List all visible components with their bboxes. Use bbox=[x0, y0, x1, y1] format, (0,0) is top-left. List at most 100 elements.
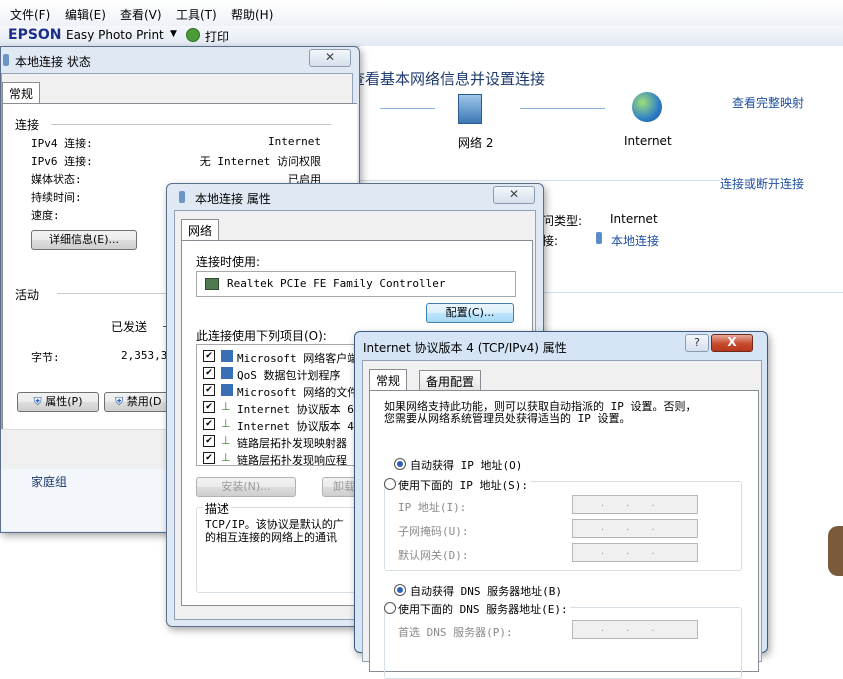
service-icon bbox=[221, 384, 233, 396]
ipv4-value: Internet bbox=[268, 135, 321, 148]
auto-ip-radio[interactable] bbox=[394, 458, 406, 470]
item-label: QoS 数据包计划程序 bbox=[237, 369, 341, 382]
view-full-map-link[interactable]: 查看完整映射 bbox=[732, 94, 804, 111]
install-button[interactable]: 安装(N)... bbox=[196, 477, 296, 497]
divider bbox=[51, 124, 331, 125]
manual-ip-radio[interactable] bbox=[384, 478, 396, 490]
default-gateway-field[interactable]: ... bbox=[572, 543, 698, 562]
close-button[interactable]: ✕ bbox=[493, 186, 535, 204]
item-checkbox[interactable]: ✔ bbox=[203, 452, 215, 464]
internet-globe-icon bbox=[632, 92, 662, 122]
window-title: Internet 协议版本 4 (TCP/IPv4) 属性 bbox=[363, 341, 567, 355]
print-button[interactable]: 打印 bbox=[205, 28, 229, 45]
auto-dns-radio[interactable] bbox=[394, 584, 406, 596]
adapter-name: Realtek PCIe FE Family Controller bbox=[227, 277, 446, 290]
menu-view[interactable]: 查看(V) bbox=[120, 6, 162, 23]
manual-dns-group bbox=[384, 607, 742, 679]
window-title: 本地连接 状态 bbox=[15, 55, 91, 69]
connection-section: 连接 bbox=[15, 118, 40, 132]
speed-label: 速度: bbox=[31, 209, 60, 222]
homegroup-label[interactable]: 家庭组 bbox=[31, 473, 67, 490]
items-label: 此连接使用下列项目(O): bbox=[196, 329, 327, 343]
duration-label: 持续时间: bbox=[31, 191, 82, 204]
adapter-box: Realtek PCIe FE Family Controller bbox=[196, 271, 516, 297]
manual-dns-radio[interactable] bbox=[384, 602, 396, 614]
window-title: 本地连接 属性 bbox=[195, 192, 271, 206]
map-line bbox=[380, 108, 435, 109]
internet-label: Internet bbox=[624, 134, 672, 148]
local-connection-link[interactable]: 本地连接 bbox=[611, 232, 659, 249]
description-label: 描述 bbox=[203, 500, 232, 517]
ip-address-label: IP 地址(I): bbox=[398, 501, 467, 514]
menu-bar: 文件(F) 编辑(E) 查看(V) 工具(T) 帮助(H) bbox=[0, 0, 843, 26]
tab-general[interactable]: 常规 bbox=[2, 82, 41, 104]
protocol-icon: ⊥ bbox=[221, 417, 231, 430]
close-button[interactable]: ✕ bbox=[309, 49, 351, 67]
activity-section: 活动 bbox=[15, 288, 40, 302]
easy-photo-print-button[interactable]: Easy Photo Print bbox=[66, 28, 164, 42]
print-icon[interactable] bbox=[186, 28, 200, 42]
item-label: Microsoft 网络客户端 bbox=[237, 352, 359, 365]
manual-ip-label: 使用下面的 IP 地址(S): bbox=[398, 477, 530, 493]
ipv4-client: 常规 备用配置 如果网络支持此功能，则可以获取自动指派的 IP 设置。否则， 您… bbox=[362, 360, 762, 679]
item-checkbox[interactable]: ✔ bbox=[203, 367, 215, 379]
protocol-icon: ⊥ bbox=[221, 434, 231, 447]
ipv6-value: 无 Internet 访问权限 bbox=[199, 155, 321, 168]
menu-help[interactable]: 帮助(H) bbox=[231, 6, 273, 23]
item-checkbox[interactable]: ✔ bbox=[203, 401, 215, 413]
intro-text: 如果网络支持此功能，则可以获取自动指派的 IP 设置。否则， 您需要从网络系统管… bbox=[384, 400, 697, 425]
properties-button[interactable]: ⛨ 属性(P) bbox=[17, 392, 99, 412]
close-button[interactable]: X bbox=[711, 334, 753, 352]
ipv4-panel: 如果网络支持此功能，则可以获取自动指派的 IP 设置。否则， 您需要从网络系统管… bbox=[369, 390, 759, 679]
connection-icon bbox=[596, 232, 602, 244]
auto-dns-label: 自动获得 DNS 服务器地址(B) bbox=[410, 585, 562, 598]
help-button[interactable]: ? bbox=[685, 334, 709, 352]
tab-networking[interactable]: 网络 bbox=[181, 219, 220, 241]
title-bar: Internet 协议版本 4 (TCP/IPv4) 属性 ? X bbox=[355, 332, 767, 358]
shield-icon: ⛨ bbox=[115, 395, 124, 408]
manual-dns-label: 使用下面的 DNS 服务器地址(E): bbox=[398, 601, 570, 617]
disable-button-label: 禁用(D bbox=[126, 395, 162, 408]
menu-edit[interactable]: 编辑(E) bbox=[65, 6, 106, 23]
subnet-mask-label: 子网掩码(U): bbox=[398, 525, 469, 538]
description-text: TCP/IP。该协议是默认的广 的相互连接的网络上的通讯 bbox=[205, 518, 344, 544]
preferred-dns-field[interactable]: ... bbox=[572, 620, 698, 639]
character-decoration bbox=[828, 526, 843, 576]
tab-general[interactable]: 常规 bbox=[369, 369, 408, 391]
connection-icon bbox=[3, 54, 9, 66]
title-bar: 本地连接 状态 ✕ bbox=[1, 47, 359, 73]
item-checkbox[interactable]: ✔ bbox=[203, 435, 215, 447]
item-label: Internet 协议版本 4 bbox=[237, 420, 354, 433]
details-button[interactable]: 详细信息(E)... bbox=[31, 230, 137, 250]
item-label: 链路层拓扑发现响应程 bbox=[237, 454, 347, 466]
protocol-icon: ⊥ bbox=[221, 451, 231, 464]
ipv4-window: Internet 协议版本 4 (TCP/IPv4) 属性 ? X 常规 备用配… bbox=[354, 331, 768, 679]
item-label: Microsoft 网络的文件 bbox=[237, 386, 359, 399]
tab-alternate-config[interactable]: 备用配置 bbox=[419, 370, 482, 392]
menu-tools[interactable]: 工具(T) bbox=[176, 6, 217, 23]
shield-icon: ⛨ bbox=[33, 395, 42, 408]
ipv6-label: IPv6 连接: bbox=[31, 155, 93, 168]
default-gateway-label: 默认网关(D): bbox=[398, 549, 469, 562]
preferred-dns-label: 首选 DNS 服务器(P): bbox=[398, 626, 513, 639]
epson-toolbar: EPSON Easy Photo Print ▼ 打印 bbox=[0, 26, 843, 47]
ipv4-label: IPv4 连接: bbox=[31, 137, 93, 150]
connect-using-label: 连接时使用: bbox=[196, 255, 261, 269]
ip-address-field[interactable]: ... bbox=[572, 495, 698, 514]
protocol-icon: ⊥ bbox=[221, 400, 231, 413]
subnet-mask-field[interactable]: ... bbox=[572, 519, 698, 538]
chevron-down-icon[interactable]: ▼ bbox=[170, 29, 177, 39]
configure-button[interactable]: 配置(C)... bbox=[426, 303, 514, 323]
epson-logo: EPSON bbox=[8, 27, 62, 43]
service-icon bbox=[221, 367, 233, 379]
item-checkbox[interactable]: ✔ bbox=[203, 384, 215, 396]
item-checkbox[interactable]: ✔ bbox=[203, 350, 215, 362]
title-bar: 本地连接 属性 ✕ bbox=[167, 184, 543, 210]
auto-ip-label: 自动获得 IP 地址(O) bbox=[410, 459, 523, 472]
menu-file[interactable]: 文件(F) bbox=[10, 6, 50, 23]
bytes-label: 字节: bbox=[31, 351, 60, 364]
item-checkbox[interactable]: ✔ bbox=[203, 418, 215, 430]
connect-disconnect-link[interactable]: 连接或断开连接 bbox=[720, 175, 804, 192]
properties-button-label: 属性(P) bbox=[45, 395, 83, 408]
network-name: 网络 2 bbox=[458, 136, 494, 150]
